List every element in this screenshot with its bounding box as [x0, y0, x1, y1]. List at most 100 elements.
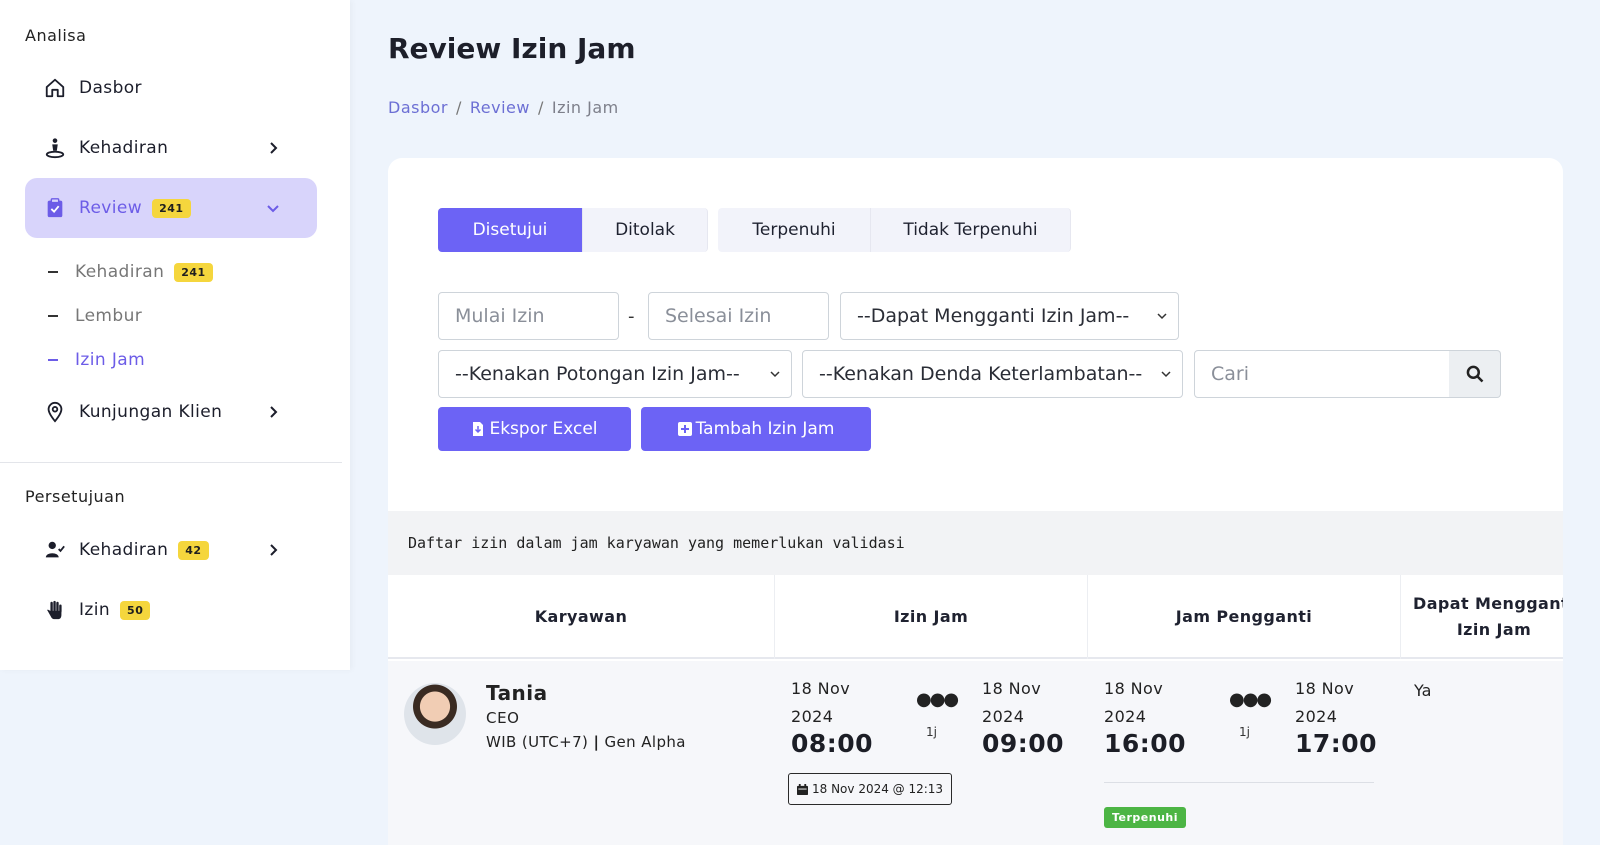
tab-terpenuhi[interactable]: Terpenuhi: [718, 208, 871, 252]
created-stamp-text: 18 Nov 2024 @ 12:13: [812, 782, 944, 796]
chevron-down-icon: [1157, 313, 1167, 320]
search-button[interactable]: [1449, 350, 1501, 398]
section-title-analisa: Analisa: [25, 26, 87, 45]
can-replace-value: Ya: [1414, 681, 1432, 700]
breadcrumb-separator: /: [455, 98, 462, 117]
column-header-izin-jam: Izin Jam: [775, 575, 1088, 659]
count-badge: 42: [178, 540, 209, 560]
employee-timezone-company: WIB (UTC+7) | Gen Alpha: [486, 733, 686, 751]
export-excel-button[interactable]: Ekspor Excel: [438, 407, 631, 451]
divider: [1104, 782, 1374, 783]
sidebar-subitem-label: Izin Jam: [75, 350, 146, 370]
end-date-input[interactable]: Selesai Izin: [648, 292, 829, 340]
pengganti-end-time: 17:00: [1295, 729, 1378, 758]
user-check-icon: [43, 538, 67, 562]
sidebar-subitem-kehadiran[interactable]: Kehadiran 241: [48, 262, 213, 282]
page-title: Review Izin Jam: [388, 32, 636, 65]
sidebar-item-dasbor[interactable]: Dasbor: [25, 58, 317, 118]
sidebar-subitem-label: Lembur: [75, 306, 143, 326]
sidebar-item-label: Kehadiran: [79, 540, 169, 560]
dash-marker: [48, 271, 58, 273]
map-pin-icon: [43, 400, 67, 424]
timezone-separator: |: [593, 733, 600, 751]
breadcrumb: Dasbor / Review / Izin Jam: [388, 98, 619, 117]
chevron-down-icon: [770, 371, 780, 378]
chevron-down-icon: [1161, 371, 1171, 378]
replace-select[interactable]: --Dapat Mengganti Izin Jam--: [840, 292, 1179, 340]
add-izin-jam-label: Tambah Izin Jam: [695, 419, 835, 439]
sidebar-item-kehadiran[interactable]: Kehadiran: [25, 118, 317, 178]
count-badge: 50: [120, 600, 151, 620]
tab-disetujui[interactable]: Disetujui: [438, 208, 583, 252]
search-input[interactable]: Cari: [1194, 350, 1450, 398]
home-icon: [43, 76, 67, 100]
clipboard-check-icon: [43, 196, 67, 220]
calendar-icon: [797, 783, 808, 795]
breadcrumb-current: Izin Jam: [551, 98, 619, 117]
hand-icon: [43, 598, 67, 622]
employee-company: Gen Alpha: [604, 733, 686, 751]
ellipsis-icon: ●●●: [916, 689, 959, 710]
column-header-karyawan: Karyawan: [388, 575, 775, 659]
person-location-icon: [43, 136, 67, 160]
izin-start-time: 08:00: [791, 729, 874, 758]
breadcrumb-review[interactable]: Review: [470, 98, 530, 117]
status-tabs: Disetujui Ditolak Terpenuhi Tidak Terpen…: [438, 208, 1071, 252]
sidebar-item-label: Kehadiran: [79, 138, 169, 158]
sidebar-item-label: Izin: [79, 600, 111, 620]
sidebar-subitem-izin-jam[interactable]: Izin Jam: [48, 350, 145, 370]
dash-marker: [48, 315, 58, 317]
pengganti-end-date: 18 Nov 2024: [1295, 679, 1355, 726]
column-header-dapat-mengganti: Dapat Mengganti Izin Jam: [1413, 594, 1563, 639]
sidebar-item-label: Dasbor: [79, 78, 142, 98]
search-icon: [1466, 365, 1483, 383]
column-header-jam-pengganti: Jam Pengganti: [1088, 575, 1401, 659]
sidebar-divider: [0, 462, 342, 463]
chevron-down-icon: [267, 205, 279, 213]
employee-role: CEO: [486, 709, 520, 727]
chevron-right-icon: [270, 406, 278, 418]
add-izin-jam-button[interactable]: Tambah Izin Jam: [641, 407, 871, 451]
table-caption: Daftar izin dalam jam karyawan yang meme…: [388, 511, 1563, 575]
created-stamp: 18 Nov 2024 @ 12:13: [788, 773, 953, 805]
table-header: Karyawan Izin Jam Jam Pengganti Dapat Me…: [388, 575, 1563, 659]
employee-timezone: WIB (UTC+7): [486, 733, 589, 751]
sidebar-item-izin[interactable]: Izin 50: [25, 580, 317, 640]
file-download-icon: [473, 422, 484, 436]
sidebar-item-kunjungan-klien[interactable]: Kunjungan Klien: [25, 382, 317, 442]
employee-name: Tania: [486, 681, 548, 705]
sidebar-subitem-label: Kehadiran: [75, 262, 165, 282]
avatar: [404, 683, 466, 745]
section-title-persetujuan: Persetujuan: [25, 487, 126, 506]
izin-start-date: 18 Nov 2024: [791, 679, 851, 726]
chevron-right-icon: [270, 544, 278, 556]
tab-tidak-terpenuhi[interactable]: Tidak Terpenuhi: [871, 208, 1071, 252]
sidebar-item-persetujuan-kehadiran[interactable]: Kehadiran 42: [25, 520, 317, 580]
count-badge: 241: [174, 262, 213, 282]
tab-ditolak[interactable]: Ditolak: [583, 208, 708, 252]
fine-select[interactable]: --Kenakan Denda Keterlambatan--: [802, 350, 1183, 398]
sidebar-item-review[interactable]: Review 241: [25, 178, 317, 238]
status-badge: Terpenuhi: [1104, 807, 1187, 828]
breadcrumb-dasbor[interactable]: Dasbor: [388, 98, 448, 117]
dash-marker: [48, 359, 58, 361]
sidebar-subitem-lembur[interactable]: Lembur: [48, 306, 142, 326]
chevron-right-icon: [270, 142, 278, 154]
pengganti-start-date: 18 Nov 2024: [1104, 679, 1164, 726]
cut-select[interactable]: --Kenakan Potongan Izin Jam--: [438, 350, 792, 398]
export-excel-label: Ekspor Excel: [489, 419, 598, 439]
cut-select-value: --Kenakan Potongan Izin Jam--: [455, 363, 740, 385]
replace-select-value: --Dapat Mengganti Izin Jam--: [857, 305, 1130, 327]
start-date-input[interactable]: Mulai Izin: [438, 292, 619, 340]
plus-square-icon: [677, 422, 692, 436]
izin-end-date: 18 Nov 2024: [982, 679, 1042, 726]
izin-end-time: 09:00: [982, 729, 1065, 758]
sidebar: Analisa Dasbor Kehadiran Review 241 Keha…: [0, 0, 350, 670]
date-range-separator: -: [628, 306, 635, 327]
table-row[interactable]: Tania CEO WIB (UTC+7) | Gen Alpha 18 Nov…: [388, 661, 1563, 845]
fine-select-value: --Kenakan Denda Keterlambatan--: [819, 363, 1143, 385]
count-badge: 241: [152, 198, 191, 218]
ellipsis-icon: ●●●: [1229, 689, 1272, 710]
pengganti-start-time: 16:00: [1104, 729, 1187, 758]
breadcrumb-separator: /: [537, 98, 544, 117]
